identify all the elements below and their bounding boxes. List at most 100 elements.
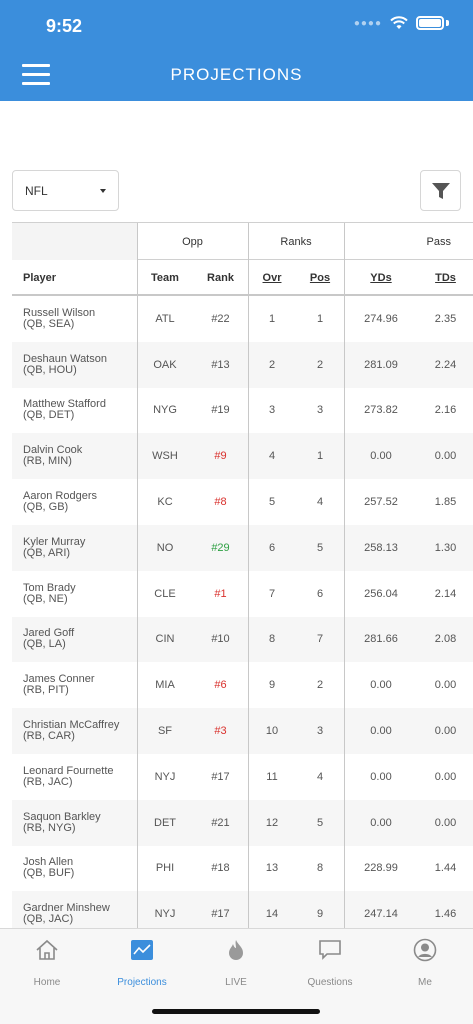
ovr-cell: 4 <box>268 450 276 463</box>
tab-questions[interactable]: Questions <box>283 937 377 988</box>
player-info: Aaron Rodgers (QB, GB) <box>23 491 97 513</box>
tab-home-label: Home <box>33 977 61 988</box>
ovr-cell: 8 <box>268 633 276 646</box>
rank-cell: #21 <box>211 816 230 829</box>
ovr-cell: 3 <box>268 404 276 417</box>
rank-cell: #1 <box>214 587 227 600</box>
group-header-empty <box>12 223 137 260</box>
pos-cell: 5 <box>316 541 324 554</box>
tds-cell: 0.00 <box>434 450 457 463</box>
ovr-cell: 7 <box>268 587 276 600</box>
table-row[interactable]: Dalvin Cook (RB, MIN) WSH #9 4 1 0.00 0.00 <box>12 433 473 480</box>
signal-icon: ●●●● <box>353 17 382 29</box>
pos-cell: 4 <box>316 770 324 783</box>
table-row[interactable]: Leonard Fournette (RB, JAC) NYJ #17 11 4 0.00 0… <box>12 754 473 800</box>
team-cell: MIA <box>155 679 175 692</box>
yds-cell: 0.00 <box>370 770 392 783</box>
tds-cell: 1.44 <box>434 862 457 875</box>
player-position-team: (QB, ARI) <box>23 546 71 559</box>
player-position-team: (RB, MIN) <box>23 455 72 468</box>
table-row[interactable]: Russell Wilson (QB, SEA) ATL #22 1 1 274.96 2.3… <box>12 296 473 342</box>
rank-cell: #6 <box>214 679 227 692</box>
player-position-team: (RB, PIT) <box>23 684 69 697</box>
player-cell: Leonard Fournette (RB, JAC) <box>12 754 137 800</box>
col-divider-ranks <box>344 223 345 928</box>
ovr-cell: 14 <box>265 908 279 921</box>
player-position-team: (RB, JAC) <box>23 775 73 788</box>
table-row[interactable]: Gardner Minshew (QB, JAC) NYJ #17 14 9 247.14 1… <box>12 891 473 928</box>
status-icons: ●●●● <box>354 16 449 30</box>
player-cell: Matthew Stafford (QB, DET) <box>12 388 137 434</box>
table-row[interactable]: Tom Brady (QB, NE) CLE #1 7 6 256.04 2.14 <box>12 571 473 617</box>
team-cell: DET <box>154 816 176 829</box>
player-cell: Deshaun Watson (QB, HOU) <box>12 342 137 388</box>
table-row[interactable]: Kyler Murray (QB, ARI) NO #29 6 5 258.13 1.30 <box>12 524 473 571</box>
player-cell: Aaron Rodgers (QB, GB) <box>12 479 137 525</box>
tds-cell: 1.46 <box>434 908 457 921</box>
ovr-cell: 2 <box>268 358 276 371</box>
tds-cell: 0.00 <box>434 725 457 738</box>
player-position-team: (QB, JAC) <box>23 913 74 926</box>
col-header-tds[interactable]: TDs <box>418 260 473 296</box>
group-header-ranks: Ranks <box>280 235 312 248</box>
tab-projections-label: Projections <box>117 977 167 988</box>
tab-live[interactable]: LIVE <box>189 937 283 988</box>
col-header-tds-label: TDs <box>435 272 456 284</box>
player-cell: Christian McCaffrey (RB, CAR) <box>12 708 137 754</box>
table-row[interactable]: Matthew Stafford (QB, DET) NYG #19 3 3 273.82 2… <box>12 388 473 434</box>
tab-live-label: LIVE <box>225 977 247 988</box>
ovr-cell: 5 <box>268 496 276 509</box>
table-row[interactable]: James Conner (RB, PIT) MIA #6 9 2 0.00 0.00 <box>12 662 473 708</box>
tab-home[interactable]: Home <box>0 937 94 988</box>
rank-cell: #8 <box>214 496 227 509</box>
col-divider-player <box>137 223 138 928</box>
player-position-team: (QB, BUF) <box>23 867 75 880</box>
col-header-team[interactable]: Team <box>137 260 193 296</box>
tab-projections[interactable]: Projections <box>95 937 189 988</box>
player-cell: James Conner (RB, PIT) <box>12 662 137 708</box>
col-header-rank[interactable]: Rank <box>193 260 248 296</box>
team-cell: PHI <box>155 862 175 875</box>
table-row[interactable]: Saquon Barkley (RB, NYG) DET #21 12 5 0.00 0.00 <box>12 799 473 846</box>
rank-cell: #9 <box>214 450 227 463</box>
team-cell: WSH <box>152 450 178 463</box>
col-header-yds[interactable]: YDs <box>344 260 418 296</box>
yds-cell: 281.66 <box>364 633 398 646</box>
table-row[interactable]: Aaron Rodgers (QB, GB) KC #8 5 4 257.52 1.85 <box>12 479 473 525</box>
player-info: Jared Goff (QB, LA) <box>23 628 74 650</box>
tds-cell: 2.35 <box>434 312 457 325</box>
col-header-pos[interactable]: Pos <box>296 260 344 296</box>
table-row[interactable]: Josh Allen (QB, BUF) PHI #18 13 8 228.99 1.44 <box>12 846 473 892</box>
flame-icon <box>189 937 283 963</box>
col-header-player[interactable]: Player <box>12 260 137 296</box>
home-indicator <box>152 1009 320 1014</box>
table-row[interactable]: Deshaun Watson (QB, HOU) OAK #13 2 2 281.09 2.2… <box>12 341 473 388</box>
col-header-ovr[interactable]: Ovr <box>248 260 296 296</box>
filter-button[interactable] <box>420 170 461 211</box>
pos-cell: 3 <box>316 404 324 417</box>
table-row[interactable]: Jared Goff (QB, LA) CIN #10 8 7 281.66 2.08 <box>12 616 473 663</box>
rank-cell: #10 <box>211 633 230 646</box>
league-select[interactable]: NFL <box>12 170 119 211</box>
team-cell: CLE <box>154 587 176 600</box>
tds-cell: 1.30 <box>434 541 457 554</box>
table-column-header: Player Team Rank Ovr Pos YDs TDs <box>12 260 473 296</box>
team-cell: ATL <box>155 312 175 325</box>
player-position-team: (QB, DET) <box>23 409 75 422</box>
tds-cell: 1.85 <box>434 496 457 509</box>
ovr-cell: 1 <box>268 312 276 325</box>
tab-me[interactable]: Me <box>378 937 472 988</box>
status-time: 9:52 <box>46 16 83 36</box>
yds-cell: 0.00 <box>370 725 392 738</box>
table-row[interactable]: Christian McCaffrey (RB, CAR) SF #3 10 3 0.00 0… <box>12 708 473 754</box>
yds-cell: 258.13 <box>364 541 398 554</box>
team-cell: NYG <box>153 404 177 417</box>
pos-cell: 1 <box>316 312 324 325</box>
team-cell: OAK <box>153 358 177 371</box>
player-info: Kyler Murray (QB, ARI) <box>23 536 85 559</box>
tab-questions-label: Questions <box>307 977 353 988</box>
pos-cell: 5 <box>316 816 324 829</box>
player-position-team: (QB, NE) <box>23 592 68 605</box>
nav-bar: PROJECTIONS <box>0 50 473 101</box>
league-select-value: NFL <box>25 184 48 198</box>
